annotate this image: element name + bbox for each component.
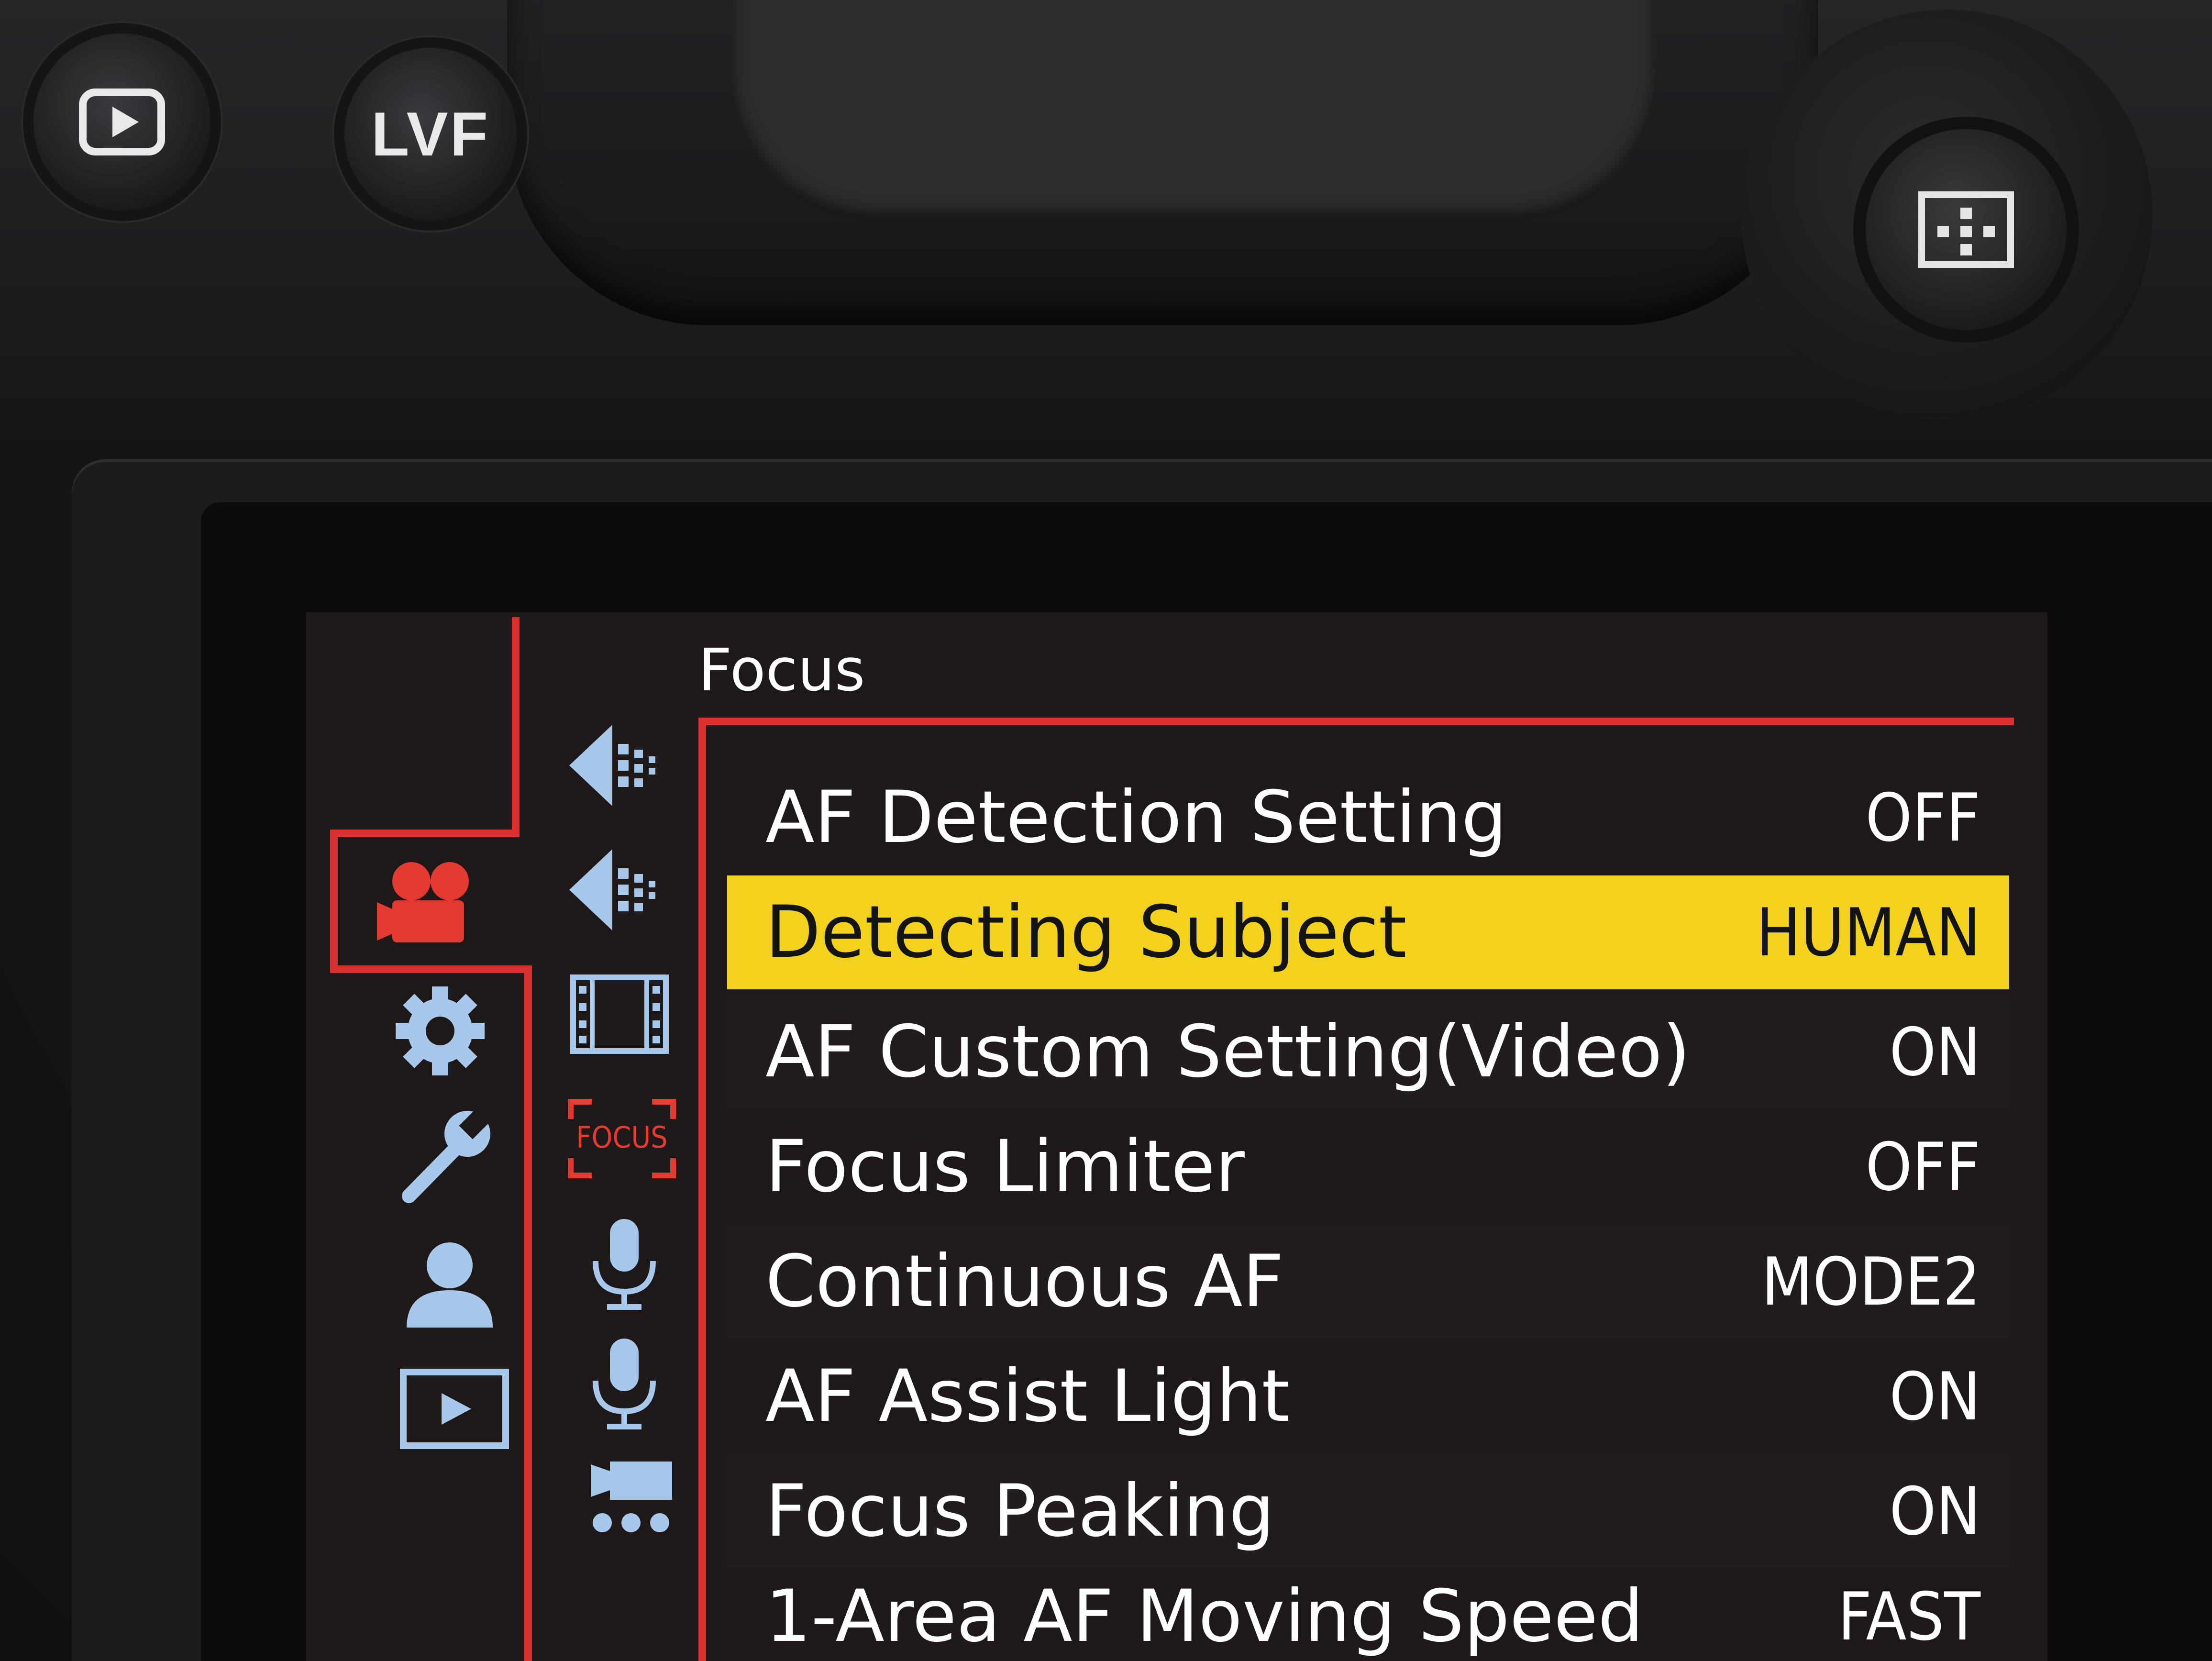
lvf-button[interactable]: LVF [344, 48, 517, 220]
frame-line [330, 965, 531, 973]
focus-area-icon [1918, 191, 2014, 268]
video-camera-icon [377, 862, 469, 942]
menu-item-af-detection-setting[interactable]: AF Detection Setting OFF [727, 761, 2009, 875]
main-tab-settings[interactable] [378, 976, 502, 1086]
exposure-icon-1 [569, 725, 655, 806]
wrench-icon [402, 1105, 493, 1203]
menu-item-1-area-af-moving-speed[interactable]: 1-Area AF Moving Speed FAST [727, 1560, 2009, 1661]
person-icon [407, 1242, 493, 1328]
menu-item-value: ON [1889, 1013, 1980, 1091]
main-tab-custom[interactable] [387, 1229, 512, 1340]
video-output-icon [591, 1462, 672, 1532]
exposure-icon-2 [569, 849, 655, 930]
menu-item-detecting-subject[interactable]: Detecting Subject HUMAN [727, 875, 2009, 989]
menu-item-value: ON [1889, 1473, 1980, 1550]
menu-item-value: OFF [1865, 1128, 1980, 1206]
frame-line [330, 830, 520, 837]
menu-item-af-custom-setting-video[interactable]: AF Custom Setting(Video) ON [727, 995, 2009, 1109]
menu-item-label: Focus Limiter [765, 1125, 1245, 1208]
sub-tab-focus[interactable]: FOCUS [564, 1086, 679, 1191]
playback-icon [400, 1369, 509, 1449]
menu-item-value: MODE2 [1761, 1243, 1980, 1320]
frame-line [330, 830, 338, 973]
menu-item-label: Continuous AF [765, 1240, 1284, 1323]
sub-tab-audio-2[interactable] [569, 1330, 679, 1435]
menu-item-label: AF Assist Light [765, 1355, 1290, 1438]
playback-button[interactable] [33, 33, 210, 210]
sub-tab-exposure-1[interactable] [560, 713, 670, 818]
main-tab-playback[interactable] [392, 1354, 517, 1464]
main-tab-video[interactable] [364, 847, 488, 957]
menu-item-label: AF Custom Setting(Video) [765, 1010, 1691, 1094]
camera-back: LVF FOCUS Focus AF Detection Setting OFF… [0, 0, 2212, 1661]
play-icon [79, 89, 165, 155]
menu-item-value: HUMAN [1756, 894, 1980, 971]
gear-icon [396, 986, 485, 1075]
main-tab-setup[interactable] [383, 1100, 507, 1210]
menu-item-label: Focus Peaking [765, 1470, 1275, 1553]
menu-title: Focus [698, 636, 865, 704]
frame-line [698, 718, 706, 1661]
focus-icon: FOCUS [568, 1099, 676, 1178]
microphone-icon-2 [593, 1339, 656, 1429]
viewfinder [732, 0, 1655, 220]
svg-text:FOCUS: FOCUS [576, 1120, 667, 1155]
frame-line [524, 965, 532, 1661]
menu-item-focus-limiter[interactable]: Focus Limiter OFF [727, 1110, 2009, 1224]
menu-item-value: FAST [1837, 1578, 1980, 1655]
menu-item-label: 1-Area AF Moving Speed [765, 1575, 1644, 1658]
sub-tab-audio-1[interactable] [569, 1210, 679, 1316]
menu-item-value: ON [1889, 1358, 1980, 1435]
menu-item-label: Detecting Subject [765, 891, 1407, 974]
sub-tab-image-format[interactable] [564, 962, 675, 1067]
film-strip-icon [570, 974, 669, 1054]
frame-line [698, 718, 2014, 725]
menu-item-af-assist-light[interactable]: AF Assist Light ON [727, 1340, 2009, 1453]
menu-item-continuous-af[interactable]: Continuous AF MODE2 [727, 1225, 2009, 1339]
menu-item-label: AF Detection Setting [765, 776, 1507, 859]
menu-item-focus-peaking[interactable]: Focus Peaking ON [727, 1454, 2009, 1568]
joystick-button[interactable] [1866, 129, 2067, 330]
frame-line [512, 617, 520, 837]
sub-tab-output[interactable] [574, 1445, 689, 1550]
lvf-button-label: LVF [371, 99, 490, 169]
menu-item-value: OFF [1865, 779, 1980, 856]
microphone-icon-1 [593, 1219, 656, 1310]
sub-tab-exposure-2[interactable] [560, 837, 670, 942]
